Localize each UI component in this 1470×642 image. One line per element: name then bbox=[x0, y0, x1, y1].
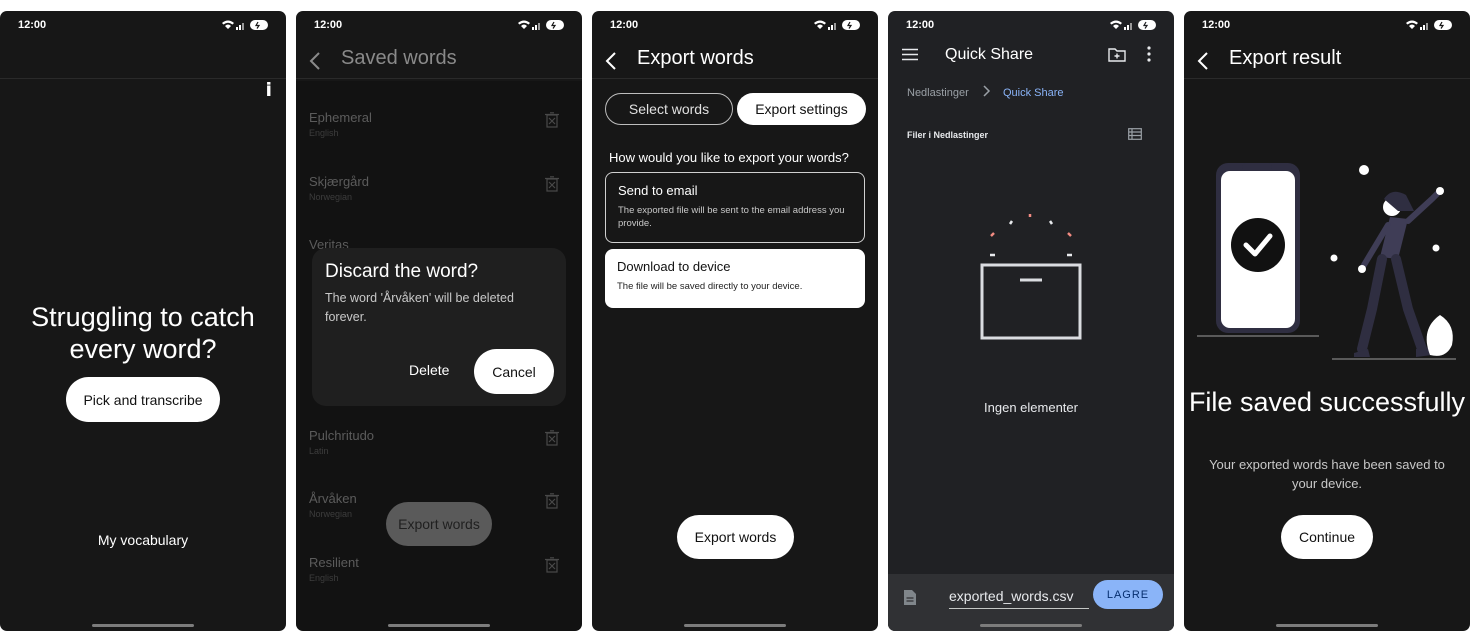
page-title: Export words bbox=[637, 47, 754, 69]
option-description: The file will be saved directly to your … bbox=[617, 281, 803, 292]
file-icon bbox=[904, 590, 916, 605]
success-message: Your exported words have been saved to y… bbox=[1209, 457, 1445, 491]
menu-icon[interactable] bbox=[902, 48, 918, 61]
empty-state-text: Ingen elementer bbox=[984, 400, 1078, 415]
status-icons bbox=[222, 20, 268, 30]
status-time: 12:00 bbox=[610, 19, 639, 31]
discard-dialog: Discard the word? The word 'Årvåken' wil… bbox=[312, 248, 566, 406]
app-bar: i bbox=[0, 41, 286, 101]
section-label: Filer i Nedlastinger bbox=[907, 130, 989, 140]
back-arrow-icon[interactable] bbox=[600, 49, 624, 73]
home-indicator bbox=[684, 624, 786, 627]
download-to-device-option[interactable]: Download to device The file will be save… bbox=[605, 249, 865, 308]
home-indicator bbox=[92, 624, 194, 627]
tab-export-settings[interactable]: Export settings bbox=[737, 93, 866, 125]
option-title: Download to device bbox=[617, 259, 731, 274]
tab-select-words[interactable]: Select words bbox=[605, 93, 733, 125]
status-bar: 12:00 bbox=[888, 11, 1174, 39]
info-icon[interactable]: i bbox=[265, 79, 272, 101]
app-bar: Export words bbox=[592, 41, 878, 79]
export-words-screen: 12:00 Export words Select words Export s… bbox=[592, 11, 878, 631]
status-icons bbox=[814, 20, 860, 30]
status-time: 12:00 bbox=[314, 19, 343, 31]
dialog-title: Discard the word? bbox=[325, 261, 479, 282]
dialog-body: The word 'Årvåken' will be deleted forev… bbox=[325, 291, 514, 324]
delete-button[interactable]: Delete bbox=[409, 362, 449, 378]
status-icons bbox=[1406, 20, 1452, 30]
send-to-email-option[interactable]: Send to email The exported file will be … bbox=[605, 172, 865, 243]
home-indicator bbox=[388, 624, 490, 627]
breadcrumb-quick-share[interactable]: Quick Share bbox=[1003, 87, 1064, 99]
export-question: How would you like to export your words? bbox=[609, 150, 849, 165]
page-title: Saved words bbox=[341, 47, 457, 69]
status-time: 12:00 bbox=[18, 19, 47, 31]
status-bar: 12:00 bbox=[592, 11, 878, 39]
new-folder-icon[interactable] bbox=[1108, 47, 1126, 62]
home-headline: Struggling to catch every word? bbox=[31, 302, 255, 364]
status-bar: 12:00 bbox=[296, 11, 582, 39]
saved-words-screen: 12:00 Saved words Ephemeral English Skjæ… bbox=[296, 11, 582, 631]
home-indicator bbox=[980, 624, 1082, 627]
home-indicator bbox=[1276, 624, 1378, 627]
option-description: The exported file will be sent to the em… bbox=[618, 205, 845, 229]
more-options-icon[interactable] bbox=[1146, 45, 1152, 63]
breadcrumb-nedlastinger[interactable]: Nedlastinger bbox=[907, 87, 969, 99]
status-icons bbox=[1110, 20, 1156, 30]
filename-input[interactable]: exported_words.csv bbox=[949, 584, 1089, 609]
page-title: Export result bbox=[1229, 47, 1342, 69]
my-vocabulary-link[interactable]: My vocabulary bbox=[0, 532, 286, 548]
continue-button[interactable]: Continue bbox=[1281, 515, 1373, 559]
home-screen: 12:00 i Struggling to catch every word? … bbox=[0, 11, 286, 631]
status-bar: 12:00 bbox=[0, 11, 286, 39]
status-time: 12:00 bbox=[1202, 19, 1231, 31]
pick-and-transcribe-button[interactable]: Pick and transcribe bbox=[66, 377, 220, 422]
status-icons bbox=[518, 20, 564, 30]
empty-box-icon bbox=[980, 214, 1082, 340]
success-illustration bbox=[1197, 163, 1456, 360]
back-arrow-icon[interactable] bbox=[304, 49, 328, 73]
app-bar: Export result bbox=[1184, 41, 1470, 79]
back-arrow-icon[interactable] bbox=[1192, 49, 1216, 73]
cancel-button[interactable]: Cancel bbox=[474, 349, 554, 394]
list-view-icon[interactable] bbox=[1128, 128, 1142, 140]
status-time: 12:00 bbox=[906, 19, 935, 31]
page-title: Quick Share bbox=[945, 46, 1034, 63]
chevron-right-icon bbox=[983, 85, 991, 97]
save-bar: exported_words.csv LAGRE bbox=[888, 574, 1174, 631]
app-bar: Saved words bbox=[296, 41, 582, 79]
export-result-screen: 12:00 Export result File saved successfu… bbox=[1184, 11, 1470, 631]
status-bar: 12:00 bbox=[1184, 11, 1470, 39]
export-words-button[interactable]: Export words bbox=[386, 502, 492, 546]
save-button[interactable]: LAGRE bbox=[1093, 580, 1163, 609]
success-headline: File saved successfully bbox=[1188, 387, 1466, 417]
file-picker-screen: 12:00 Quick Share Nedlastinger Quick Sha… bbox=[888, 11, 1174, 631]
option-title: Send to email bbox=[618, 183, 698, 198]
export-words-button[interactable]: Export words bbox=[677, 515, 794, 559]
